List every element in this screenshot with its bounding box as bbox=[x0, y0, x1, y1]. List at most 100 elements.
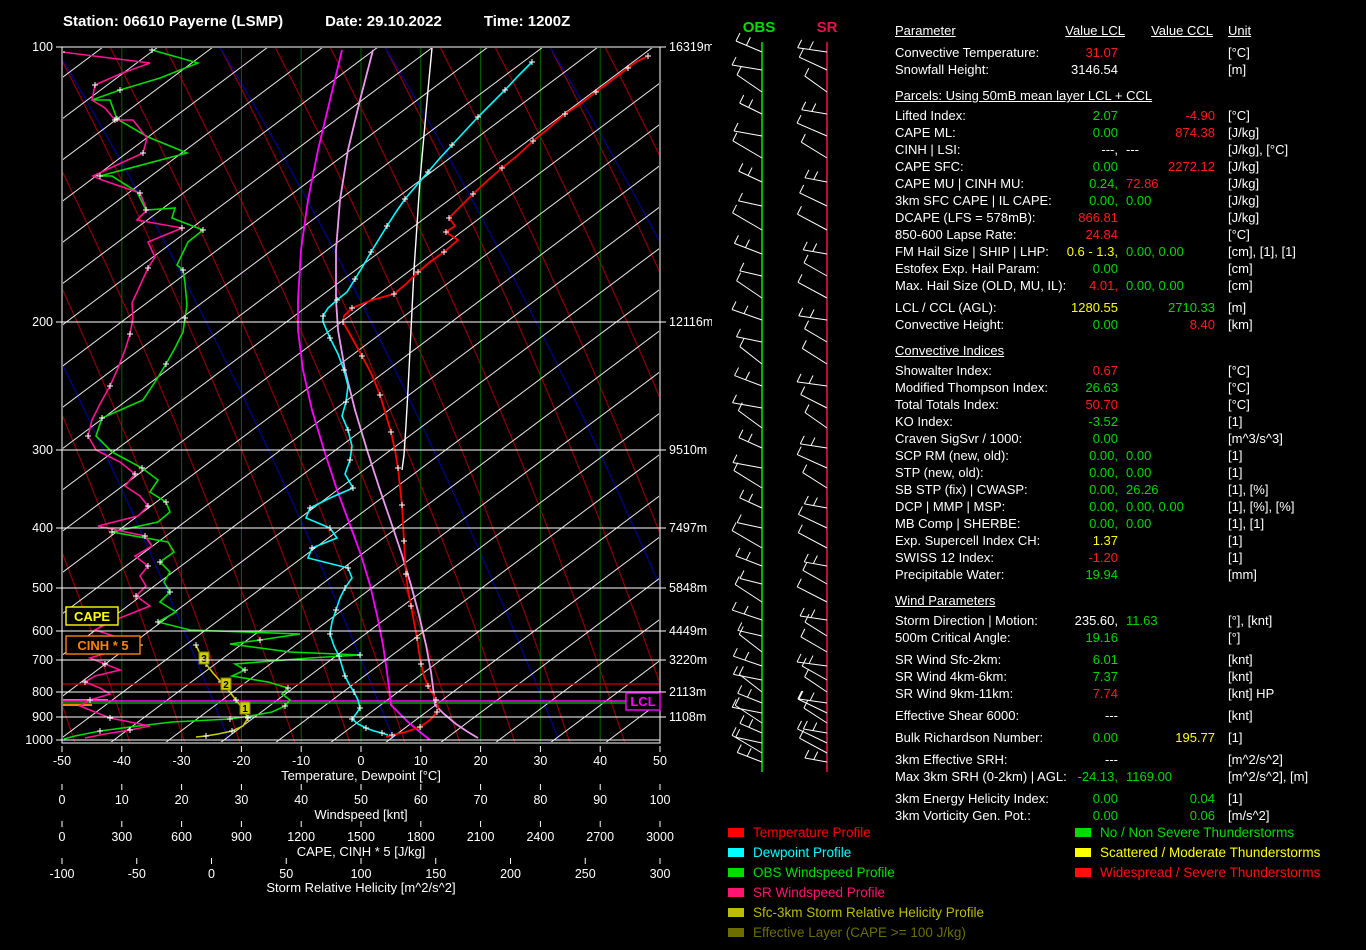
pressure-tick-label: 800 bbox=[32, 685, 53, 699]
wind-barb-feather bbox=[748, 168, 752, 176]
parameter-table: Parameter Value LCL Value CCL Unit Conve… bbox=[895, 22, 1365, 824]
table-row: Lifted Index:2.07-4.90[°C] bbox=[895, 107, 1365, 124]
param-value-part: 0.00 bbox=[1126, 516, 1151, 531]
wind-barb-feather bbox=[746, 372, 750, 380]
moist-adiabat-line bbox=[330, 47, 625, 743]
table-row: SR Wind Sfc-2km:6.01[knt] bbox=[895, 651, 1365, 668]
table-row: SCP RM (new, old):0.00,0.00[1] bbox=[895, 447, 1365, 464]
table-row: Max. Hail Size (OLD, MU, IL):4.01,0.00, … bbox=[895, 277, 1365, 294]
wind-barb bbox=[802, 110, 827, 114]
section-title: Parcels: Using 50mB mean layer LCL + CCL bbox=[895, 87, 1365, 104]
param-value-part: 0.00, 0.00 bbox=[1126, 499, 1184, 514]
wind-barb bbox=[736, 556, 762, 566]
legend-label: No / Non Severe Thunderstorms bbox=[1100, 825, 1294, 840]
table-row: KO Index:-3.52[1] bbox=[895, 413, 1365, 430]
param-unit: [°C] bbox=[1228, 379, 1250, 396]
axis-tick-label: 0 bbox=[208, 867, 215, 881]
wind-barb-feather bbox=[803, 562, 807, 570]
param-unit: [m^2/s^2], [m] bbox=[1228, 768, 1308, 785]
wind-barb-feather bbox=[804, 255, 808, 263]
data-point-marker bbox=[155, 619, 161, 625]
wind-barb bbox=[804, 263, 827, 276]
param-value-extra: 0.00 bbox=[1126, 447, 1151, 464]
wind-barb-feather bbox=[747, 689, 751, 697]
wind-barb bbox=[740, 271, 762, 276]
param-value-lcl: 0.00, bbox=[895, 515, 1118, 532]
param-unit: [°C] bbox=[1228, 362, 1250, 379]
wind-barb-feather bbox=[739, 666, 743, 674]
axis-tick-label: 300 bbox=[650, 867, 671, 881]
height-tick-label: 12116m bbox=[669, 315, 712, 329]
wind-barb-feather bbox=[811, 610, 815, 618]
param-value-lcl: 0.00, bbox=[895, 447, 1118, 464]
legend-label: Widespread / Severe Thunderstorms bbox=[1100, 865, 1320, 880]
axis-tick-label: 2400 bbox=[526, 830, 554, 844]
wind-barb bbox=[798, 282, 827, 298]
wind-barb-feather bbox=[733, 455, 737, 463]
axis-tick-label: 1500 bbox=[347, 830, 375, 844]
axis-tick-label: 80 bbox=[533, 793, 547, 807]
axis-tick-label: 1800 bbox=[407, 830, 435, 844]
section-title: Wind Parameters bbox=[895, 592, 1365, 609]
data-point-marker bbox=[307, 505, 313, 511]
wind-barb bbox=[733, 141, 762, 158]
axis-tick-label: -50 bbox=[128, 867, 146, 881]
wind-barb bbox=[805, 178, 827, 182]
wind-barb-feather bbox=[746, 552, 750, 560]
wind-barb bbox=[805, 677, 827, 692]
table-row: SWISS 12 Index:-1.20[1] bbox=[895, 549, 1365, 566]
wind-barb bbox=[732, 309, 762, 320]
table-row: DCAPE (LFS = 578mB):866.81[J/kg] bbox=[895, 209, 1365, 226]
col-value-ccl: Value CCL bbox=[895, 22, 1213, 39]
moist-adiabat-line bbox=[0, 47, 295, 743]
data-point-marker bbox=[327, 335, 333, 341]
axis-tick-label: 40 bbox=[593, 754, 607, 768]
param-value-lcl: 26.63 bbox=[895, 379, 1118, 396]
param-unit: [°] bbox=[1228, 629, 1240, 646]
axis-tick-label: 300 bbox=[111, 830, 132, 844]
data-point-marker bbox=[92, 82, 98, 88]
legend-item: SR Windspeed Profile bbox=[728, 882, 1068, 902]
data-point-marker bbox=[347, 457, 353, 463]
param-unit: [J/kg] bbox=[1228, 175, 1259, 192]
wind-barb-feather bbox=[738, 622, 742, 630]
wind-barb bbox=[740, 498, 762, 508]
legend-label: Sfc-3km Storm Relative Helicity Profile bbox=[753, 905, 984, 920]
axis-tick-label: 20 bbox=[474, 754, 488, 768]
wind-barb bbox=[735, 584, 762, 602]
pressure-tick-label: 700 bbox=[32, 653, 53, 667]
param-unit: [°C] bbox=[1228, 44, 1250, 61]
axis-tick-label: 70 bbox=[474, 793, 488, 807]
param-unit: [m^2/s^2] bbox=[1228, 751, 1283, 768]
wind-barb-feather bbox=[734, 463, 738, 471]
table-row: Effective Shear 6000:---[knt] bbox=[895, 707, 1365, 724]
table-row: Total Totals Index:50.70[°C] bbox=[895, 396, 1365, 413]
axis-tick-label: 40 bbox=[294, 793, 308, 807]
wind-barb bbox=[797, 662, 827, 666]
legend-label: Dewpoint Profile bbox=[753, 845, 851, 860]
axis-tick-label: 3000 bbox=[646, 830, 674, 844]
param-value-part: 26.26 bbox=[1126, 482, 1159, 497]
table-header-row: Parameter Value LCL Value CCL Unit bbox=[895, 22, 1365, 39]
wind-barb-feather bbox=[734, 123, 738, 131]
table-row: 3km Energy Helicity Index:0.000.04[1] bbox=[895, 790, 1365, 807]
wind-barb bbox=[803, 250, 827, 254]
height-tick-label: 3220m bbox=[669, 653, 707, 667]
wind-barb bbox=[737, 75, 762, 92]
axis-tick-label: 90 bbox=[593, 793, 607, 807]
wind-barb bbox=[734, 131, 762, 136]
axis-title: Windspeed [knt] bbox=[314, 807, 407, 822]
wind-barb bbox=[736, 41, 762, 52]
table-row: CAPE SFC:0.002272.12[J/kg] bbox=[895, 158, 1365, 175]
wind-barb-feather bbox=[745, 652, 749, 660]
legend-swatch-icon bbox=[728, 848, 744, 857]
section-title: Convective Indices bbox=[895, 342, 1365, 359]
wind-barb-feather bbox=[805, 404, 809, 412]
wind-barb-feather bbox=[736, 329, 740, 337]
wind-barb-columns: OBSSR bbox=[712, 0, 882, 950]
data-point-marker bbox=[327, 631, 333, 637]
data-point-marker bbox=[377, 392, 383, 398]
wind-barb-feather bbox=[744, 306, 748, 314]
moist-adiabat-line bbox=[0, 47, 20, 743]
legend-item: No / Non Severe Thunderstorms bbox=[1075, 822, 1366, 842]
